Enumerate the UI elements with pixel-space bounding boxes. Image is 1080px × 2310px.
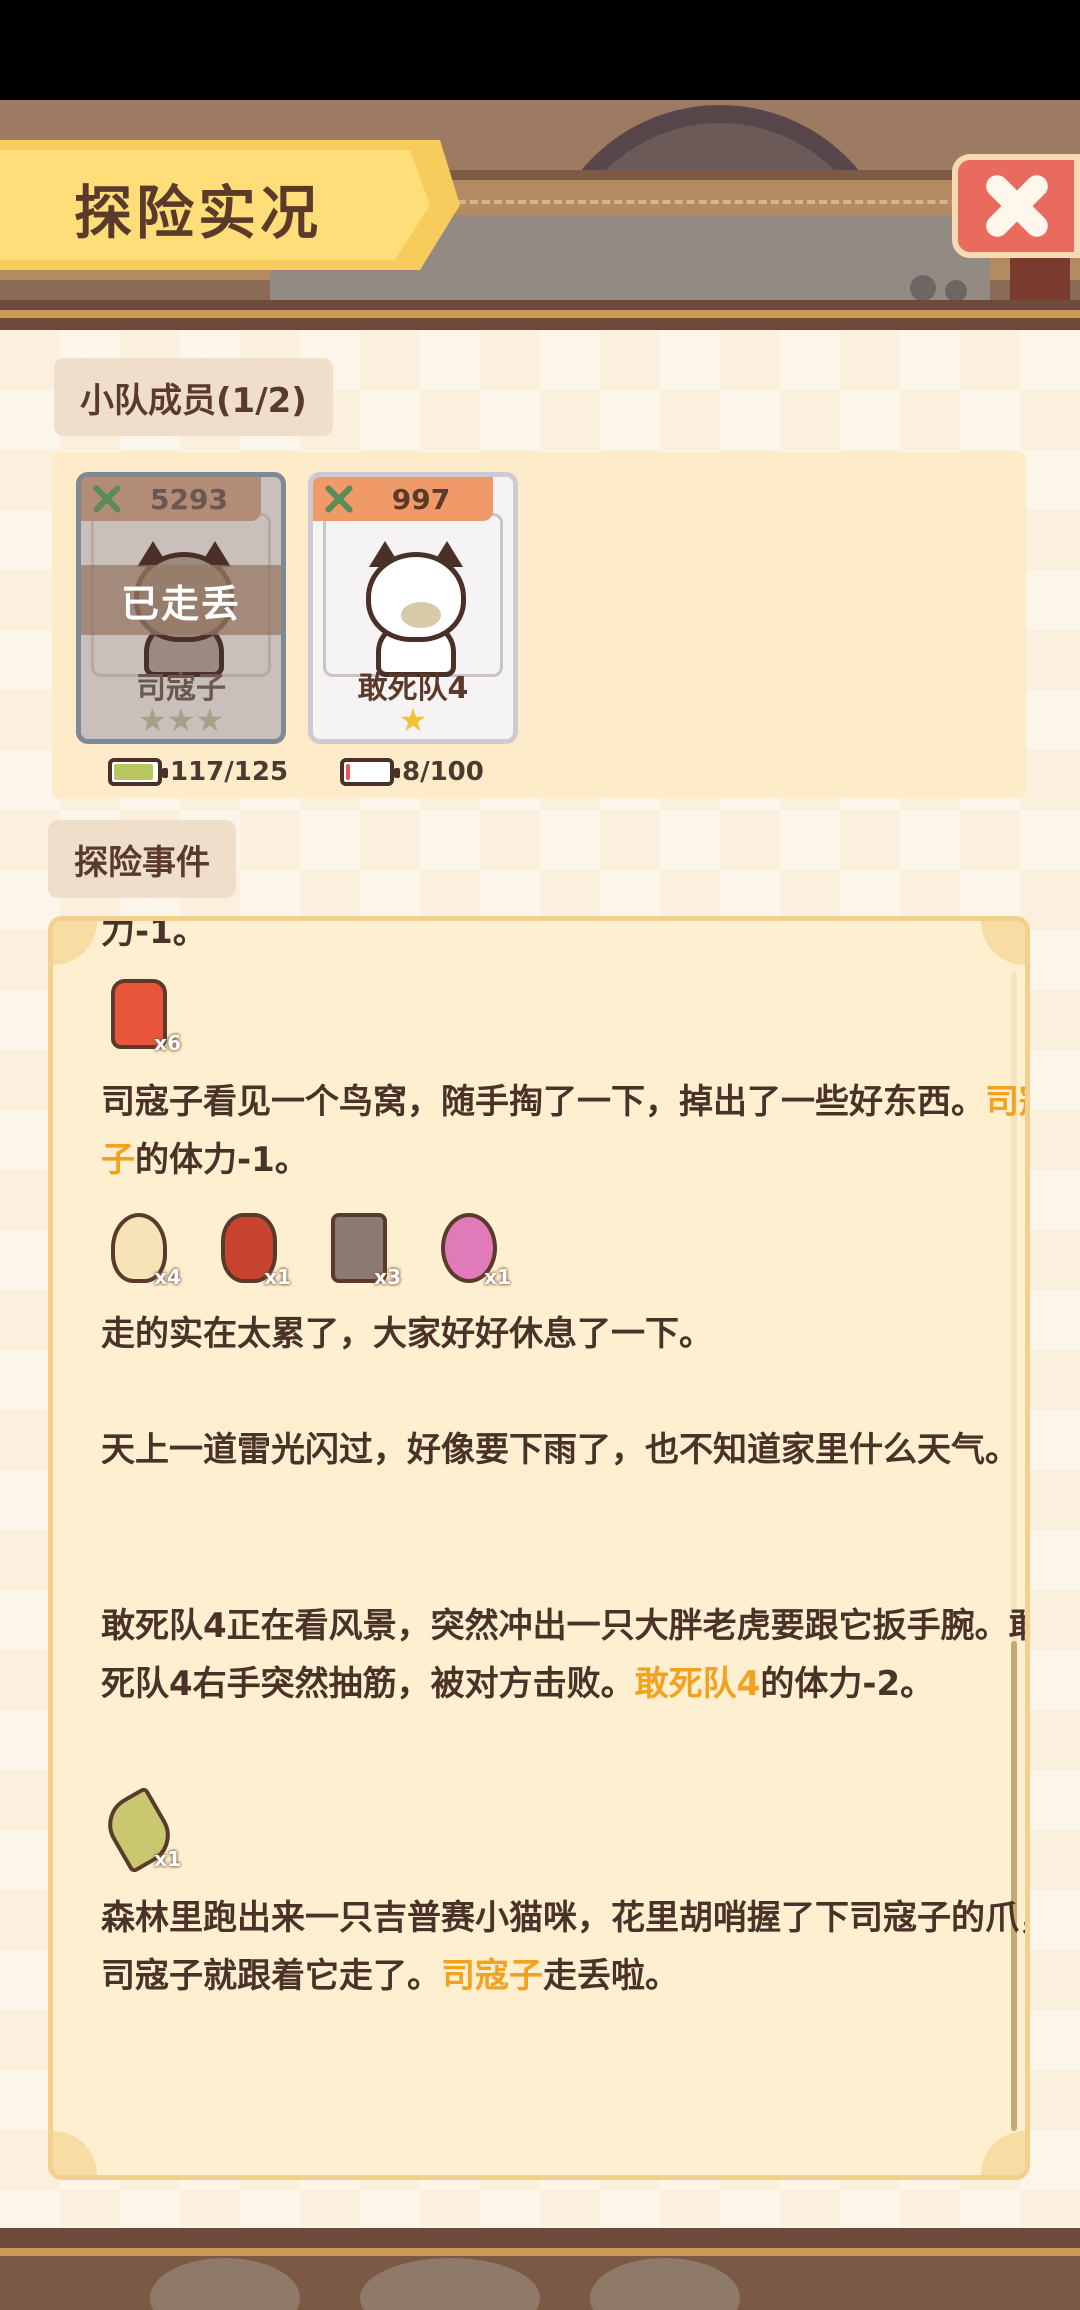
battery-fill (346, 764, 350, 780)
item-count: x4 (154, 1265, 181, 1289)
reward-item: x1 (211, 1209, 291, 1289)
log-entry-2: 走的实在太累了，大家好好休息了一下。 (101, 1314, 713, 1354)
item-count: x1 (154, 1847, 181, 1871)
close-button[interactable] (952, 154, 1080, 258)
cat-patch (401, 602, 441, 628)
cat-portrait (351, 537, 481, 677)
reward-row-1: x6 (101, 975, 181, 1055)
star-rating: ★ (398, 701, 428, 739)
panel-dot (945, 280, 967, 302)
close-icon (981, 171, 1051, 241)
entry-highlight: 司寇子 (441, 1956, 543, 1996)
item-count: x6 (154, 1031, 181, 1055)
log-entry-5: 森林里跑出来一只吉普赛小猫咪，花里胡哨握了下司寇子的爪，司寇子就跟着它走了。司寇… (101, 1889, 1025, 2005)
member-card-2[interactable]: 997 敢死队4 ★ (308, 472, 518, 744)
lost-status-banner: 已走丢 (81, 565, 281, 635)
entry-text: 司寇子看见一个鸟窝，随手掏了一下，掉出了一些好东西。 (101, 1082, 985, 1122)
log-entry-1: 司寇子看见一个鸟窝，随手掏了一下，掉出了一些好东西。司寇子的体力-1。 (101, 1073, 1025, 1189)
event-log[interactable]: 力-1。 x6 司寇子看见一个鸟窝，随手掏了一下，掉出了一些好东西。司寇子的体力… (48, 916, 1030, 2180)
power-value: 997 (391, 482, 451, 516)
stamina-value: 117/125 (170, 757, 289, 787)
reward-row-3: x1 (97, 1785, 181, 1875)
log-entry-3: 天上一道雷光闪过，好像要下雨了，也不知道家里什么天气。 (101, 1430, 1019, 1470)
star-rating: ★★★ (137, 701, 225, 739)
bottom-ornament (150, 2258, 300, 2310)
reward-item: x1 (431, 1209, 511, 1289)
team-section-label: 小队成员(1/2) (54, 358, 333, 436)
log-entry-4: 敢死队4正在看风景，突然冲出一只大胖老虎要跟它扳手腕。敢死队4右手突然抽筋，被对… (101, 1597, 1025, 1713)
reward-item: x3 (321, 1209, 401, 1289)
panel-dot (910, 275, 936, 301)
events-section-label: 探险事件 (48, 820, 236, 898)
bottom-bar (0, 2228, 1080, 2310)
corner-ornament (53, 921, 97, 965)
power-tag: 997 (313, 477, 493, 521)
item-count: x3 (374, 1265, 401, 1289)
scrollbar-thumb[interactable] (1011, 1641, 1017, 2131)
cat-head (366, 552, 466, 642)
crossed-swords-icon (319, 479, 359, 519)
stamina-value: 8/100 (402, 757, 484, 787)
power-value: 5293 (150, 482, 228, 516)
member-card-1[interactable]: 5293 已走丢 司寇子 ★★★ (76, 472, 286, 744)
entry-highlight: 敢死队4 (634, 1664, 761, 1704)
item-count: x1 (484, 1265, 511, 1289)
entry-suffix: 走丢啦。 (543, 1956, 679, 1996)
battery-icon (108, 758, 168, 786)
entry-suffix: 的体力-2。 (760, 1664, 935, 1704)
battery-icon (340, 758, 400, 786)
header-trim (0, 300, 1080, 330)
reward-item: x4 (101, 1209, 181, 1289)
item-count: x1 (264, 1265, 291, 1289)
status-bar (0, 0, 1080, 100)
power-tag: 5293 (81, 477, 261, 521)
reward-row-2: x4 x1 x3 x1 (101, 1209, 511, 1289)
page-title: 探险实况 (74, 179, 323, 247)
battery-fill (114, 764, 153, 780)
bottom-ornament (590, 2258, 740, 2310)
stamina-2: 8/100 (340, 754, 484, 790)
reward-item: x1 (97, 1785, 181, 1875)
stamina-1: 117/125 (108, 754, 288, 790)
corner-ornament (53, 2131, 97, 2175)
entry-suffix: 的体力-1。 (135, 1140, 309, 1180)
log-entry-partial: 力-1。 (101, 916, 207, 952)
crossed-swords-icon (87, 479, 127, 519)
reward-item: x6 (101, 975, 181, 1055)
bottom-ornament (360, 2258, 540, 2310)
corner-ornament (981, 2131, 1025, 2175)
